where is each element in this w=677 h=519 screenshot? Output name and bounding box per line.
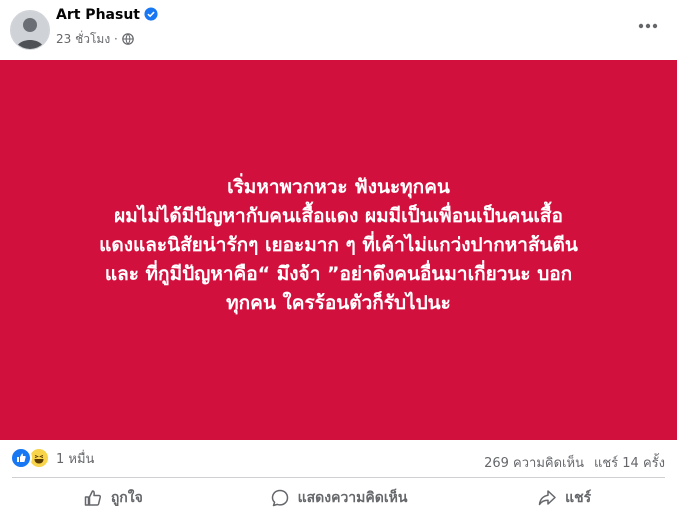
share-icon xyxy=(538,490,556,506)
reactions-summary[interactable]: 1 หมื่น xyxy=(10,447,94,469)
post-text-banner[interactable]: เริ่มหาพวกหวะ ฟังนะทุกคน ผมไม่ได้มีปัญหา… xyxy=(0,60,677,440)
post-stats: 1 หมื่น 269 ความคิดเห็น แชร์ 14 ครั้ง xyxy=(0,444,677,474)
post-actions: ถูกใจ แสดงความคิดเห็น แชร์ xyxy=(0,480,677,516)
comments-count[interactable]: 269 ความคิดเห็น xyxy=(484,456,584,471)
more-options-button[interactable] xyxy=(634,12,662,40)
post-header: Art Phasut 23 ชั่วโมง · xyxy=(0,0,677,60)
post-timestamp[interactable]: 23 ชั่วโมง xyxy=(56,32,110,46)
banner-line: ทุกคน ใครร้อนตัวก็รับไปนะ xyxy=(226,291,451,314)
thumbs-up-icon xyxy=(84,490,101,506)
avatar[interactable] xyxy=(10,10,50,50)
like-button[interactable]: ถูกใจ xyxy=(0,480,226,516)
post-meta: 23 ชั่วโมง · xyxy=(56,30,134,49)
like-label: ถูกใจ xyxy=(110,490,143,506)
comment-button[interactable]: แสดงความคิดเห็น xyxy=(226,480,452,516)
banner-line: แดงและนิสัยน่ารักๆ เยอะมาก ๆ ที่เค้าไม่แ… xyxy=(99,233,578,256)
comment-label: แสดงความคิดเห็น xyxy=(297,490,408,506)
like-reaction-icon xyxy=(10,447,32,469)
banner-text: เริ่มหาพวกหวะ ฟังนะทุกคน ผมไม่ได้มีปัญหา… xyxy=(79,173,599,318)
share-label: แชร์ xyxy=(565,490,592,506)
author-name[interactable]: Art Phasut xyxy=(56,7,140,23)
more-options-icon xyxy=(638,23,658,29)
banner-line: และ ที่กูมีปัญหาคือ“ มึงจ้า ”อย่าดึงคนอื… xyxy=(104,262,573,285)
reactions-count: 1 หมื่น xyxy=(56,451,95,467)
shares-count[interactable]: แชร์ 14 ครั้ง xyxy=(594,456,665,471)
share-button[interactable]: แชร์ xyxy=(451,480,677,516)
banner-line: เริ่มหาพวกหวะ ฟังนะทุกคน xyxy=(227,175,450,198)
meta-separator: · xyxy=(114,32,118,46)
verified-badge-icon xyxy=(144,7,158,21)
engagement-counts: 269 ความคิดเห็น แชร์ 14 ครั้ง xyxy=(484,452,665,473)
comment-icon xyxy=(271,489,288,507)
divider xyxy=(12,477,665,478)
globe-icon[interactable] xyxy=(121,33,134,45)
author-name-row: Art Phasut xyxy=(56,7,158,23)
banner-line: ผมไม่ได้มีปัญหากับคนเสื้อแดง ผมมีเป็นเพื… xyxy=(114,204,563,227)
